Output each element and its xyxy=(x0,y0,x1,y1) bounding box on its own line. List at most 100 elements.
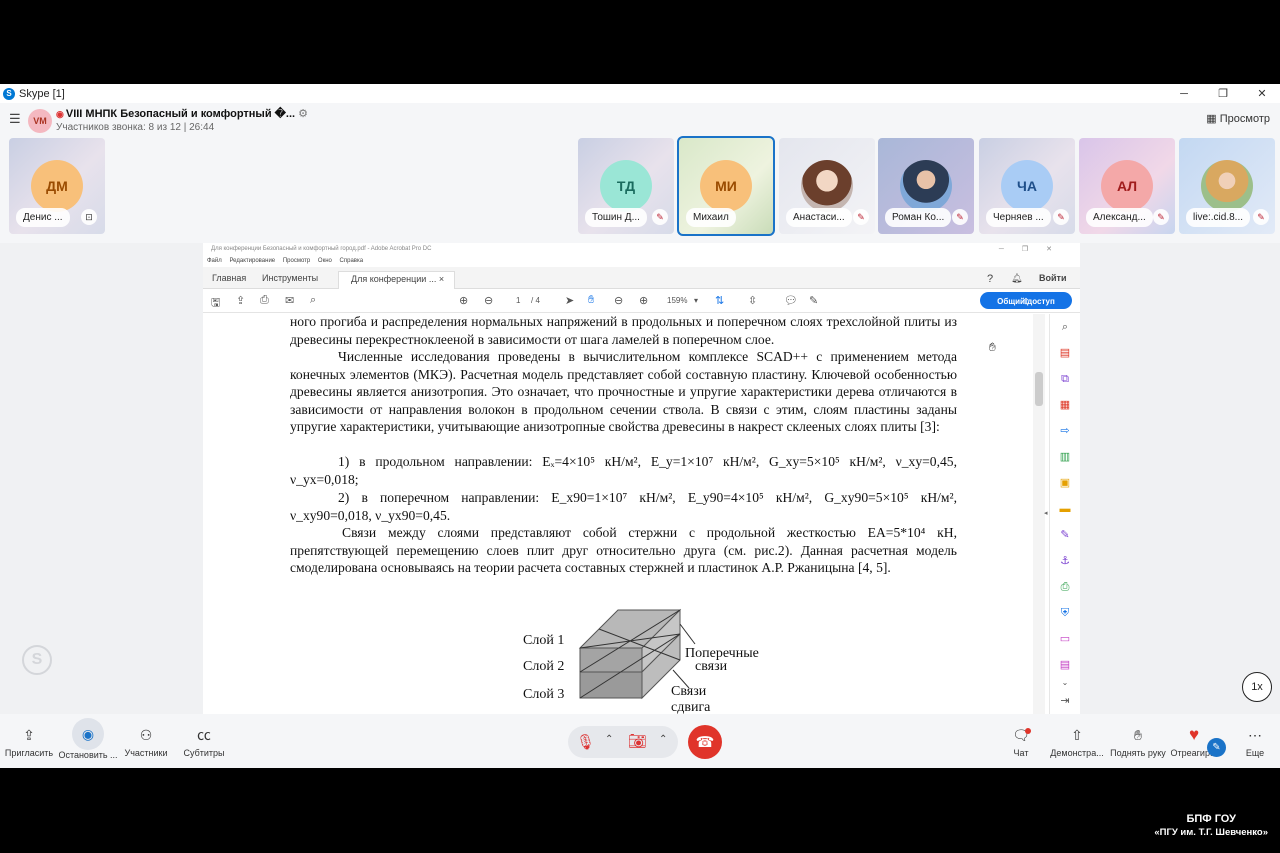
participant-photo xyxy=(801,160,853,212)
participant-tile[interactable]: live:.cid.8... ✎ xyxy=(1179,138,1275,234)
tab-close-icon[interactable]: × xyxy=(439,274,444,284)
menu-window[interactable]: Окно xyxy=(318,258,332,264)
organize-pages-icon[interactable]: ▦ xyxy=(1058,398,1072,412)
mic-options-icon[interactable]: ⌃ xyxy=(605,734,613,745)
mail-icon[interactable]: ✉︎ xyxy=(285,294,294,307)
participant-tile[interactable]: ЧА Черняев ... ✎ xyxy=(979,138,1075,234)
menu-file[interactable]: Файл xyxy=(207,258,222,264)
upload-icon[interactable]: ⇪ xyxy=(236,294,245,307)
participant-tile[interactable]: Анастаси... ✎ xyxy=(779,138,875,234)
tab-tools[interactable]: Инструменты xyxy=(262,273,318,283)
print-production-icon[interactable]: ⎙ xyxy=(1058,580,1072,594)
participant-tile[interactable]: ТД Тошин Д... ✎ xyxy=(578,138,674,234)
participant-avatar: ТД xyxy=(600,160,652,212)
participant-name: Черняев ... xyxy=(986,208,1051,227)
help-icon[interactable]: ? xyxy=(987,273,993,285)
bell-icon[interactable]: 🔔︎ xyxy=(1011,273,1022,284)
save-icon[interactable]: 🖫︎ xyxy=(211,294,220,313)
zoom-tool-icon[interactable]: ⌕ xyxy=(1058,320,1072,334)
export-pdf-icon[interactable]: ▤ xyxy=(1058,346,1072,360)
page-up-icon[interactable]: ⊕ xyxy=(459,294,468,307)
signin-link[interactable]: Войти xyxy=(1039,273,1066,283)
recording-indicator-icon: ◉ xyxy=(56,109,64,119)
hand-tool-icon[interactable]: ✋︎ xyxy=(588,294,594,307)
participant-name: Александ... xyxy=(1086,208,1153,227)
window-titlebar: S Skype [1] ─ ❐ ✕ xyxy=(0,84,1280,103)
scrollbar-thumb[interactable] xyxy=(1035,372,1043,406)
scroll-mode-icon[interactable]: ⇳ xyxy=(748,294,757,307)
menu-help[interactable]: Справка xyxy=(340,258,364,264)
view-button[interactable]: ▦ Просмотр xyxy=(1206,112,1270,125)
share-screen-icon: ⇧ xyxy=(1071,727,1083,743)
hamburger-menu-icon[interactable]: ☰ xyxy=(9,111,21,127)
window-title: Skype [1] xyxy=(19,87,65,100)
participant-avatar: МИ xyxy=(700,160,752,212)
fill-sign-icon[interactable]: ✎ xyxy=(1058,528,1072,542)
broadcast-caption: БПФ ГОУ «ПГУ им. Т.Г. Шевченко» xyxy=(1154,812,1268,840)
redact-icon[interactable]: ▭ xyxy=(1058,632,1072,646)
camera-off-button-icon[interactable]: 📷︎ xyxy=(628,732,647,750)
more-button[interactable]: ⋯ Еще xyxy=(1220,718,1280,758)
menu-edit[interactable]: Редактирование xyxy=(229,258,275,264)
combine-files-icon[interactable]: ⧉ xyxy=(1058,372,1072,386)
hang-up-button[interactable]: ☎︎ xyxy=(688,725,722,759)
fig-label-links: связи xyxy=(695,659,728,674)
edit-pdf-icon[interactable]: ▥ xyxy=(1058,450,1072,464)
select-cursor-icon[interactable]: ➤ xyxy=(565,294,574,307)
more-label: Еще xyxy=(1245,748,1265,758)
acrobat-window: Для конференции Безопасный и комфортный … xyxy=(203,243,1080,714)
comment-tool-icon[interactable]: ▬ xyxy=(1058,502,1072,516)
compress-icon[interactable]: ▤ xyxy=(1058,658,1072,672)
page-down-icon[interactable]: ⊖ xyxy=(484,294,493,307)
list-item-1: 1) в продольном направлении: Eₓ=4×10⁵ кН… xyxy=(290,454,957,487)
export-icon[interactable]: ⇨ xyxy=(1058,424,1072,438)
tab-document[interactable]: Для конференции ... × xyxy=(338,271,456,289)
participant-tile[interactable]: АЛ Александ... ✎ xyxy=(1079,138,1175,234)
highlight-pen-icon[interactable]: ✎ xyxy=(809,294,818,307)
maximize-button[interactable]: ❐ xyxy=(1206,84,1240,103)
tools-expand-icon[interactable]: ⌄ xyxy=(1058,676,1072,690)
call-title[interactable]: ◉ VIII МНПК Безопасный и комфортный �... … xyxy=(56,107,308,120)
page-number-input[interactable]: 1 xyxy=(516,296,520,305)
minimize-button[interactable]: ─ xyxy=(1167,84,1201,103)
share-screen-button[interactable]: ⇧ Демонстра... xyxy=(1042,718,1112,758)
mic-muted-icon: ✎ xyxy=(1153,209,1169,225)
camera-options-icon[interactable]: ⌃ xyxy=(659,734,667,745)
sign-icon[interactable]: ⚓︎ xyxy=(1058,554,1072,568)
protect-icon[interactable]: ⛨ xyxy=(1058,606,1072,620)
playback-speed-button[interactable]: 1x xyxy=(1242,672,1272,702)
zoom-level[interactable]: 159% xyxy=(667,296,687,305)
zoom-dropdown-icon[interactable]: ▾ xyxy=(694,296,698,305)
paragraph-1: ного прогиба и распределения нормальных … xyxy=(290,314,957,347)
acrobat-window-controls[interactable]: ─❐✕ xyxy=(999,245,1070,253)
share-button[interactable]: ⇧ Общий доступ xyxy=(980,292,1072,309)
subtitles-button[interactable]: ㏄ Субтитры xyxy=(169,718,239,758)
invite-label: Пригласить xyxy=(4,748,54,758)
zoom-in-icon[interactable]: ⊕ xyxy=(639,294,648,307)
mic-muted-icon: ✎ xyxy=(853,209,869,225)
pane-toggle-icon[interactable]: ◂ xyxy=(1044,509,1048,517)
share-label: Общий доступ xyxy=(997,297,1055,306)
participant-tile-active[interactable]: МИ Михаил xyxy=(677,136,775,236)
print-icon[interactable]: ⎙ xyxy=(260,294,269,307)
menu-view[interactable]: Просмотр xyxy=(283,258,310,264)
comment-icon[interactable]: 💬︎ xyxy=(784,294,798,307)
search-icon[interactable]: ⌕ xyxy=(310,294,316,307)
create-pdf-icon[interactable]: ▣ xyxy=(1058,476,1072,490)
close-button[interactable]: ✕ xyxy=(1245,84,1279,103)
acrobat-tabs: Главная Инструменты Для конференции ... … xyxy=(203,267,1080,289)
mic-muted-button-icon[interactable]: 🎙︎ xyxy=(576,733,595,751)
tab-home[interactable]: Главная xyxy=(212,273,246,283)
settings-gear-icon[interactable]: ⚙ xyxy=(298,108,308,120)
participant-name: Михаил xyxy=(686,208,736,227)
fit-page-icon[interactable]: ⇅ xyxy=(715,294,724,307)
call-avatar[interactable]: VM xyxy=(28,109,52,133)
skype-logo-icon: S xyxy=(3,87,15,100)
chat-unread-badge xyxy=(1025,728,1031,734)
tools-collapse-icon[interactable]: ⇥ xyxy=(1058,694,1072,708)
participants-strip: ДМ Денис ... ⊡ ТД Тошин Д... ✎ МИ Михаил… xyxy=(0,135,1280,243)
zoom-out-icon[interactable]: ⊖ xyxy=(614,294,623,307)
share-screen-label: Демонстра... xyxy=(1050,748,1104,758)
participant-tile[interactable]: Роман Ко... ✎ xyxy=(878,138,974,234)
participant-tile[interactable]: ДМ Денис ... ⊡ xyxy=(9,138,105,234)
